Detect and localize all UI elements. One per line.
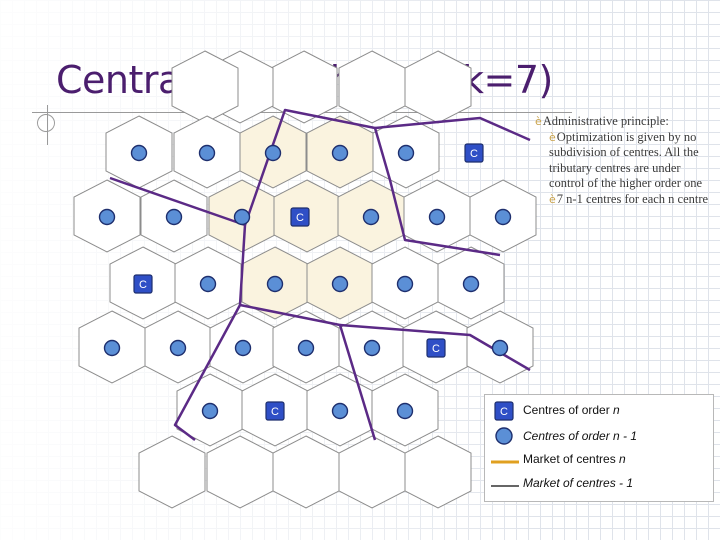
- hexagon-cell: [404, 50, 472, 124]
- legend-market-n-line: [491, 460, 519, 464]
- note-item: è7 n-1 centres for each n centre: [535, 192, 715, 208]
- hexagon-cell: [404, 435, 472, 509]
- lower-order-centre: [331, 144, 349, 162]
- lower-order-centre: [491, 339, 509, 357]
- higher-order-centre-label: C: [432, 343, 440, 355]
- legend-market-n-1-label: Market of centres - 1: [523, 476, 634, 490]
- note-item: èOptimization is given by no subdivision…: [535, 130, 715, 192]
- higher-order-centre: C: [265, 401, 285, 421]
- hexagon-cell: [338, 50, 406, 124]
- bullet-arrow-icon: è: [549, 192, 556, 206]
- hexagon-cell: [206, 435, 274, 509]
- lower-order-centre: [396, 402, 414, 420]
- lower-order-centre: [397, 144, 415, 162]
- lower-order-centre: [198, 144, 216, 162]
- hexagon-cell: [272, 435, 340, 509]
- higher-order-centre-label: C: [296, 212, 304, 224]
- lower-order-centre: [98, 208, 116, 226]
- lower-order-centre: [165, 208, 183, 226]
- higher-order-centre: C: [464, 143, 484, 163]
- notes-panel: èAdministrative principle: èOptimization …: [535, 114, 715, 208]
- lower-order-centre: [201, 402, 219, 420]
- higher-order-centre: C: [290, 207, 310, 227]
- lower-order-centre: [233, 208, 251, 226]
- lower-order-centre: [234, 339, 252, 357]
- lower-order-centre: [363, 339, 381, 357]
- hexagon-cell: [338, 435, 406, 509]
- hexagon-cell: [270, 50, 338, 124]
- higher-order-centre-label: C: [271, 406, 279, 418]
- higher-order-centre: C: [133, 274, 153, 294]
- lower-order-centre: [331, 275, 349, 293]
- bullet-arrow-icon: è: [535, 115, 542, 128]
- lower-order-centre: [428, 208, 446, 226]
- legend-centre-order-n-label: Centres of order n: [523, 403, 620, 417]
- higher-order-centre-label: C: [470, 148, 478, 160]
- lower-order-centre: [297, 339, 315, 357]
- lower-order-centre: [396, 275, 414, 293]
- note-text: Administrative principle:: [542, 114, 669, 128]
- lower-order-centre: [462, 275, 480, 293]
- lower-order-centre: [331, 402, 349, 420]
- lower-order-centre: [169, 339, 187, 357]
- legend-market-n-label: Market of centres n: [523, 452, 626, 466]
- lower-order-centre: [362, 208, 380, 226]
- bullet-arrow-icon: è: [549, 130, 556, 144]
- lower-order-centre: [494, 208, 512, 226]
- legend-market-n-1-line: [491, 485, 519, 487]
- note-text: 7 n-1 centres for each n centre: [556, 191, 709, 206]
- lower-order-centre: [264, 144, 282, 162]
- legend-lower-centre-symbol: [495, 427, 513, 445]
- note-item: èAdministrative principle:: [535, 114, 715, 130]
- lower-order-centre: [266, 275, 284, 293]
- note-text: Optimization is given by no subdivision …: [549, 129, 703, 191]
- legend-higher-centre-symbol: C: [494, 401, 514, 421]
- lower-order-centre: [103, 339, 121, 357]
- higher-order-centre: C: [426, 338, 446, 358]
- legend-c-letter: C: [500, 406, 508, 418]
- hexagon-cell: [138, 435, 206, 509]
- legend: C Centres of order n Centres of order n …: [484, 394, 714, 502]
- lower-order-centre: [199, 275, 217, 293]
- higher-order-centre-label: C: [139, 279, 147, 291]
- lower-order-centre: [130, 144, 148, 162]
- legend-centre-order-n-1-label: Centres of order n - 1: [523, 429, 638, 443]
